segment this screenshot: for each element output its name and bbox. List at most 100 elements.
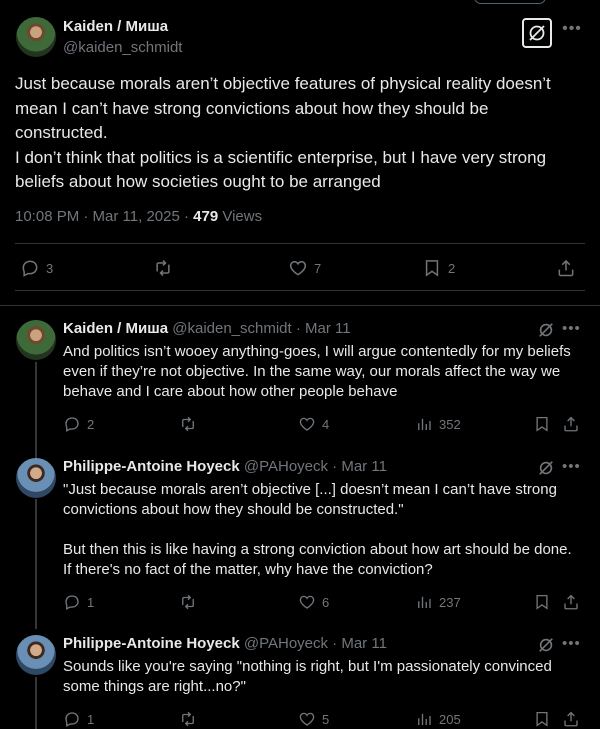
action-bar: 3 7 2 <box>0 254 600 282</box>
post-text: Just because morals aren’t objective fea… <box>15 72 585 195</box>
reply-button[interactable]: 3 <box>20 254 53 282</box>
bookmark-button[interactable] <box>533 588 551 616</box>
views-count: 237 <box>439 594 461 610</box>
views-button[interactable]: 352 <box>415 410 461 438</box>
bookmark-button[interactable] <box>533 705 551 729</box>
repost-icon <box>182 711 194 727</box>
avatar[interactable] <box>16 17 56 57</box>
avatar[interactable] <box>16 320 56 360</box>
share-button[interactable] <box>562 410 580 438</box>
grok-icon[interactable] <box>537 321 555 339</box>
repost-button[interactable] <box>179 705 197 729</box>
share-icon <box>564 416 578 432</box>
grok-button[interactable] <box>522 18 552 48</box>
like-button[interactable]: 5 <box>298 705 329 729</box>
reply-icon <box>65 595 79 610</box>
like-count: 6 <box>322 594 330 610</box>
views-count: 352 <box>439 416 461 432</box>
author-handle[interactable]: @kaiden_schmidt <box>63 39 182 56</box>
share-icon <box>564 594 578 610</box>
share-button[interactable] <box>556 254 576 282</box>
repost-button[interactable] <box>179 588 197 616</box>
divider <box>15 243 585 244</box>
divider <box>15 290 585 291</box>
post-meta: 10:08 PM · Mar 11, 2025 · 479 Views <box>15 208 262 225</box>
reply-paragraph: But then this is like having a strong co… <box>63 541 572 578</box>
grok-icon <box>529 25 545 41</box>
reply-header: Philippe-Antoine Hoyeck @PAHoyeck · Mar … <box>63 635 387 652</box>
more-icon[interactable]: ••• <box>562 21 582 42</box>
author-name[interactable]: Kaiden / Миша <box>63 18 168 35</box>
reply-icon <box>22 260 38 277</box>
like-button[interactable]: 4 <box>298 410 329 438</box>
divider <box>0 305 600 306</box>
avatar[interactable] <box>16 635 56 675</box>
reply-count: 2 <box>87 416 95 432</box>
reply-paragraph: "Just because morals aren’t objective [.… <box>63 481 557 518</box>
repost-button[interactable] <box>179 410 197 438</box>
reply-button[interactable]: 1 <box>63 705 94 729</box>
bookmark-button[interactable] <box>533 410 551 438</box>
views-button[interactable]: 205 <box>415 705 461 729</box>
bookmark-icon <box>425 260 439 277</box>
heart-icon <box>299 712 315 726</box>
reply-icon <box>65 712 79 727</box>
reply-count: 1 <box>87 594 95 610</box>
post-paragraph: I don’t think that politics is a scienti… <box>15 147 547 192</box>
share-button[interactable] <box>562 705 580 729</box>
more-icon[interactable]: ••• <box>562 458 581 475</box>
views-button[interactable]: 237 <box>415 588 461 616</box>
reply-button[interactable]: 2 <box>63 410 94 438</box>
heart-icon <box>289 260 307 276</box>
author-name[interactable]: Philippe-Antoine Hoyeck <box>63 635 240 652</box>
views-count: 205 <box>439 711 461 727</box>
bookmark-icon <box>536 594 548 610</box>
action-bar: 1 6 237 <box>0 588 600 616</box>
views-icon <box>418 418 431 430</box>
repost-icon <box>182 594 194 610</box>
bookmark-icon <box>536 711 548 727</box>
reply-count: 3 <box>46 260 54 276</box>
bookmark-icon <box>536 416 548 432</box>
grok-icon[interactable] <box>537 636 555 654</box>
reply-text: And politics isn’t wooey anything-goes, … <box>63 342 578 402</box>
main-post: Kaiden / Миша @kaiden_schmidt ••• Just b… <box>0 0 600 304</box>
grok-icon[interactable] <box>537 459 555 477</box>
reply-text: Sounds like you're saying "nothing is ri… <box>63 657 578 697</box>
post-paragraph: Just because morals aren’t objective fea… <box>15 74 551 142</box>
timestamp[interactable]: 10:08 PM · Mar 11, 2025 · <box>15 208 193 225</box>
reply-paragraph: And politics isn’t wooey anything-goes, … <box>63 343 571 400</box>
action-bar: 1 5 205 <box>0 705 600 729</box>
reply-button[interactable]: 1 <box>63 588 94 616</box>
handle-date[interactable]: @kaiden_schmidt · Mar 11 <box>168 320 350 337</box>
like-count: 7 <box>314 260 322 276</box>
repost-icon <box>182 416 194 432</box>
like-button[interactable]: 6 <box>298 588 329 616</box>
author-name[interactable]: Philippe-Antoine Hoyeck <box>63 458 240 475</box>
heart-icon <box>299 417 315 431</box>
author-name[interactable]: Kaiden / Миша <box>63 320 168 337</box>
handle-date[interactable]: @PAHoyeck · Mar 11 <box>240 635 387 652</box>
views-label: Views <box>218 208 263 225</box>
bookmark-button[interactable]: 2 <box>422 254 455 282</box>
share-icon <box>558 259 574 277</box>
share-icon <box>564 711 578 727</box>
views-icon <box>418 713 431 725</box>
like-button[interactable]: 7 <box>288 254 321 282</box>
views-count: 479 <box>193 208 219 225</box>
heart-icon <box>299 595 315 609</box>
reply-icon <box>65 417 79 432</box>
reply-paragraph: Sounds like you're saying "nothing is ri… <box>63 658 552 695</box>
handle-date[interactable]: @PAHoyeck · Mar 11 <box>240 458 387 475</box>
more-icon[interactable]: ••• <box>562 320 581 337</box>
like-count: 5 <box>322 711 330 727</box>
more-icon[interactable]: ••• <box>562 635 581 652</box>
reply-header: Kaiden / Миша @kaiden_schmidt · Mar 11 <box>63 320 351 337</box>
share-button[interactable] <box>562 588 580 616</box>
avatar[interactable] <box>16 458 56 498</box>
reply-count: 1 <box>87 711 95 727</box>
like-count: 4 <box>322 416 330 432</box>
action-bar: 2 4 352 <box>0 410 600 438</box>
repost-icon <box>156 259 170 277</box>
repost-button[interactable] <box>153 254 173 282</box>
